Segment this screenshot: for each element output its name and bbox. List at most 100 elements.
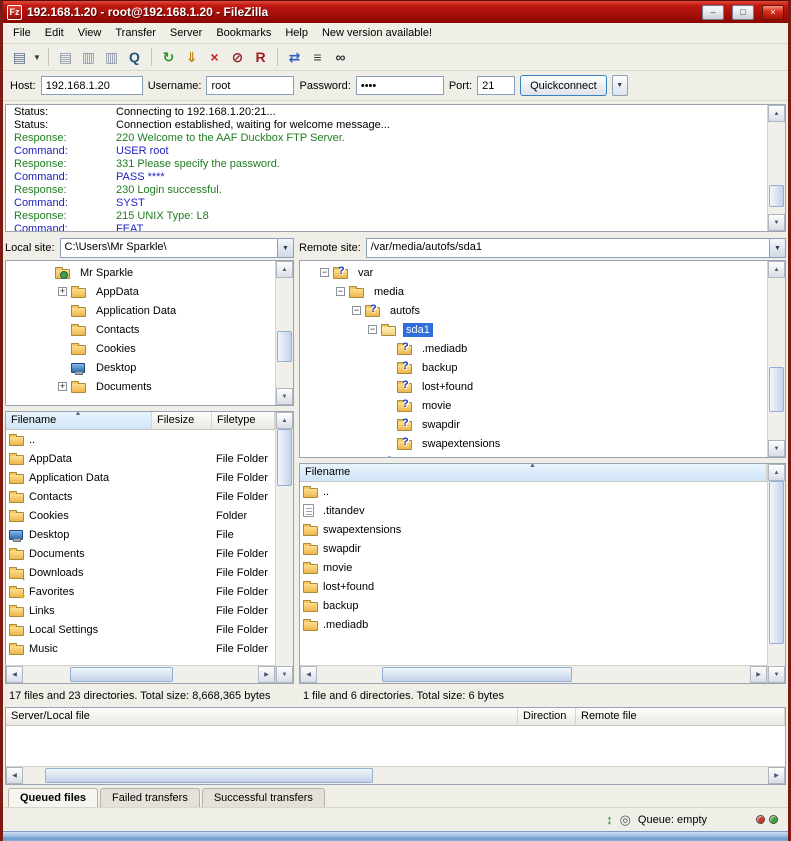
- menu-item-edit[interactable]: Edit: [38, 24, 71, 42]
- password-input[interactable]: [356, 76, 444, 95]
- menu-item-server[interactable]: Server: [163, 24, 209, 42]
- scroll-down-button[interactable]: ▼: [768, 214, 785, 231]
- remote-list-scrollbar[interactable]: ▲ ▼: [767, 464, 785, 683]
- toggle-message-log-button[interactable]: ▤: [54, 46, 77, 68]
- scroll-up-button[interactable]: ▲: [768, 464, 785, 481]
- local-list-hscrollbar[interactable]: ◀ ▶: [6, 665, 275, 683]
- process-queue-button[interactable]: ⇓: [180, 46, 203, 68]
- quickconnect-dropdown-button[interactable]: ▼: [612, 75, 628, 96]
- tree-item-lost-found[interactable]: lost+found: [300, 377, 767, 396]
- file-row-links[interactable]: LinksFile Folder: [6, 601, 275, 620]
- minimize-button[interactable]: –: [702, 5, 724, 20]
- local-site-dropdown-button[interactable]: ▼: [277, 239, 293, 257]
- scroll-left-button[interactable]: ◀: [6, 767, 23, 784]
- column-header-filename[interactable]: Filename▲: [6, 412, 152, 429]
- tree-expander[interactable]: −: [336, 287, 345, 296]
- scroll-track[interactable]: [23, 767, 768, 784]
- tree-item-mediadb[interactable]: .mediadb: [300, 339, 767, 358]
- remote-site-combo[interactable]: /var/media/autofs/sda1 ▼: [366, 238, 786, 258]
- scroll-up-button[interactable]: ▲: [768, 261, 785, 278]
- scroll-right-button[interactable]: ▶: [768, 767, 785, 784]
- file-row-cookies[interactable]: CookiesFolder: [6, 506, 275, 525]
- queue-hscrollbar[interactable]: ◀ ▶: [6, 766, 785, 784]
- scroll-thumb[interactable]: [70, 667, 173, 682]
- tree-item-application-data[interactable]: Application Data: [6, 301, 275, 320]
- scroll-track[interactable]: [768, 481, 785, 666]
- scroll-up-button[interactable]: ▲: [276, 412, 293, 429]
- synchronized-browsing-button[interactable]: ≡: [306, 46, 329, 68]
- menu-item-bookmarks[interactable]: Bookmarks: [209, 24, 278, 42]
- file-row-downloads[interactable]: DownloadsFile Folder: [6, 563, 275, 582]
- tree-item-autofs[interactable]: −autofs: [300, 301, 767, 320]
- file-row-titandev[interactable]: .titandev: [300, 501, 767, 520]
- scroll-thumb[interactable]: [769, 481, 784, 644]
- scroll-track[interactable]: [276, 278, 293, 388]
- host-input[interactable]: [41, 76, 143, 95]
- file-row-desktop[interactable]: DesktopFile: [6, 525, 275, 544]
- cancel-button[interactable]: ×: [203, 46, 226, 68]
- tree-item-appdata[interactable]: +AppData: [6, 282, 275, 301]
- local-site-combo[interactable]: C:\Users\Mr Sparkle\ ▼: [60, 238, 294, 258]
- file-row-swapdir[interactable]: swapdir: [300, 539, 767, 558]
- tree-expander[interactable]: −: [352, 306, 361, 315]
- menu-item-help[interactable]: Help: [278, 24, 315, 42]
- tree-item-contacts[interactable]: Contacts: [6, 320, 275, 339]
- column-header-filename[interactable]: Filename▲: [300, 464, 767, 481]
- tree-item-movie[interactable]: movie: [300, 396, 767, 415]
- file-row-mediadb[interactable]: .mediadb: [300, 615, 767, 634]
- column-header-remote-file[interactable]: Remote file: [576, 708, 785, 725]
- toggle-remote-tree-button[interactable]: ▥: [100, 46, 123, 68]
- file-row-backup[interactable]: backup: [300, 596, 767, 615]
- tab-queued-files[interactable]: Queued files: [8, 788, 98, 807]
- file-row-contacts[interactable]: ContactsFile Folder: [6, 487, 275, 506]
- scroll-down-button[interactable]: ▼: [768, 666, 785, 683]
- scroll-right-button[interactable]: ▶: [750, 666, 767, 683]
- site-manager-dropdown-button[interactable]: ▼: [31, 46, 43, 68]
- scroll-thumb[interactable]: [277, 429, 292, 486]
- scroll-thumb[interactable]: [769, 185, 784, 207]
- scroll-track[interactable]: [23, 666, 258, 683]
- tree-item-dvd[interactable]: dvd: [300, 453, 767, 457]
- log-scrollbar[interactable]: ▲ ▼: [767, 105, 785, 231]
- file-row-documents[interactable]: DocumentsFile Folder: [6, 544, 275, 563]
- port-input[interactable]: [477, 76, 515, 95]
- scroll-up-button[interactable]: ▲: [276, 261, 293, 278]
- tree-item-media[interactable]: −media: [300, 282, 767, 301]
- scroll-down-button[interactable]: ▼: [276, 388, 293, 405]
- close-button[interactable]: ×: [762, 5, 784, 20]
- menu-item-view[interactable]: View: [71, 24, 109, 42]
- toggle-queue-button[interactable]: Q: [123, 46, 146, 68]
- remote-site-dropdown-button[interactable]: ▼: [769, 239, 785, 257]
- scroll-track[interactable]: [768, 122, 785, 214]
- scroll-thumb[interactable]: [277, 331, 292, 362]
- maximize-button[interactable]: □: [732, 5, 754, 20]
- tree-item-documents[interactable]: +Documents: [6, 377, 275, 396]
- refresh-button[interactable]: ↻: [157, 46, 180, 68]
- tree-item-cookies[interactable]: Cookies: [6, 339, 275, 358]
- menu-item-transfer[interactable]: Transfer: [108, 24, 163, 42]
- tab-successful-transfers[interactable]: Successful transfers: [202, 788, 325, 807]
- column-header-filetype[interactable]: Filetype: [212, 412, 275, 429]
- toggle-local-tree-button[interactable]: ▥: [77, 46, 100, 68]
- tree-item-swapdir[interactable]: swapdir: [300, 415, 767, 434]
- remote-list-hscrollbar[interactable]: ◀ ▶: [300, 665, 767, 683]
- scroll-left-button[interactable]: ◀: [6, 666, 23, 683]
- remote-tree-scrollbar[interactable]: ▲ ▼: [767, 261, 785, 457]
- file-row-lost-found[interactable]: lost+found: [300, 577, 767, 596]
- menu-item-new-version-available[interactable]: New version available!: [315, 24, 439, 42]
- file-row-item[interactable]: ..: [300, 482, 767, 501]
- find-files-button[interactable]: ∞: [329, 46, 352, 68]
- site-manager-button[interactable]: ▤: [8, 46, 31, 68]
- local-tree-scrollbar[interactable]: ▲ ▼: [275, 261, 293, 405]
- file-row-local-settings[interactable]: Local SettingsFile Folder: [6, 620, 275, 639]
- scroll-down-button[interactable]: ▼: [768, 440, 785, 457]
- file-row-movie[interactable]: movie: [300, 558, 767, 577]
- file-row-item[interactable]: ..: [6, 430, 275, 449]
- tree-item-sda1[interactable]: −sda1: [300, 320, 767, 339]
- scroll-track[interactable]: [317, 666, 750, 683]
- username-input[interactable]: [206, 76, 294, 95]
- quickconnect-button[interactable]: Quickconnect: [520, 75, 607, 96]
- tree-expander[interactable]: −: [320, 268, 329, 277]
- tree-expander[interactable]: −: [368, 325, 377, 334]
- directory-comparison-button[interactable]: ⇄: [283, 46, 306, 68]
